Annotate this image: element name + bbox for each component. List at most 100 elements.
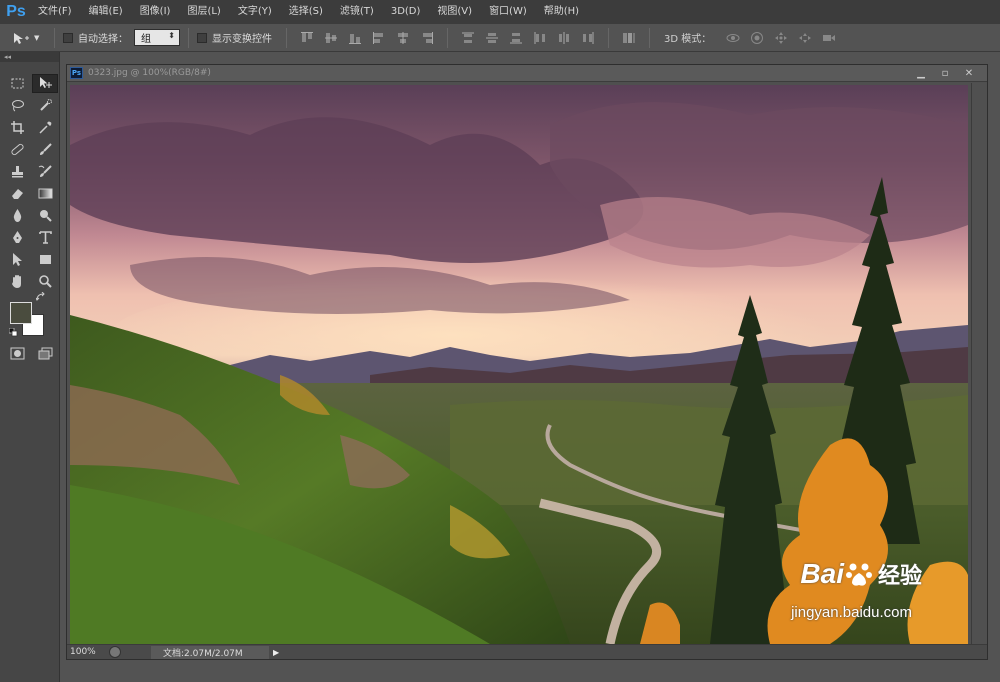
menu-edit[interactable]: 编辑(E) — [83, 0, 129, 24]
brush-tool[interactable] — [32, 140, 58, 159]
watermark-brand: Bai — [800, 558, 844, 589]
marquee-icon — [11, 78, 23, 89]
menu-help[interactable]: 帮助(H) — [538, 0, 585, 24]
dodge-tool[interactable] — [32, 206, 58, 225]
default-colors-icon[interactable] — [9, 328, 18, 337]
move-tool-preset-picker[interactable]: ▼ — [12, 28, 46, 48]
pen-tool[interactable] — [4, 228, 30, 247]
swap-colors-icon[interactable] — [36, 292, 46, 302]
eraser-tool[interactable] — [4, 184, 30, 203]
auto-align-layers-icon[interactable] — [621, 30, 637, 46]
tools-panel: ◂◂ — [0, 52, 60, 682]
align-vcenter-icon[interactable] — [323, 30, 339, 46]
distribute-right-icon[interactable] — [580, 30, 596, 46]
distribute-hcenter-icon[interactable] — [556, 30, 572, 46]
zoom-tool[interactable] — [32, 272, 58, 291]
menu-type[interactable]: 文字(Y) — [232, 0, 278, 24]
distribute-vcenter-icon[interactable] — [484, 30, 500, 46]
distribute-left-icon[interactable] — [532, 30, 548, 46]
rectangle-tool[interactable] — [32, 250, 58, 269]
menu-filter[interactable]: 滤镜(T) — [334, 0, 380, 24]
3d-scale-icon[interactable] — [821, 30, 837, 46]
align-top-icon[interactable] — [299, 30, 315, 46]
screen-mode-tool[interactable] — [32, 344, 58, 363]
type-tool[interactable] — [32, 228, 58, 247]
menu-select[interactable]: 选择(S) — [283, 0, 329, 24]
3d-rotate-icon[interactable] — [725, 30, 741, 46]
healing-brush-tool[interactable] — [4, 140, 30, 159]
align-left-icon[interactable] — [371, 30, 387, 46]
brush-icon — [39, 143, 52, 155]
divider — [447, 27, 448, 48]
screen-mode-icon — [38, 347, 52, 360]
eyedropper-tool[interactable] — [32, 118, 58, 137]
document-tab[interactable]: Ps 0323.jpg @ 100%(RGB/8#) ▁ ▫ ✕ — [67, 65, 987, 82]
magnifier-icon — [38, 275, 52, 288]
panel-collapse-handle[interactable]: ◂◂ — [0, 52, 59, 62]
lasso-tool[interactable] — [4, 96, 30, 115]
chevron-down-icon: ▼ — [34, 33, 40, 42]
auto-select-checkbox[interactable] — [63, 32, 73, 43]
dropdown-arrow-icon: ⬍ — [168, 31, 175, 40]
move-icon — [14, 32, 29, 44]
menu-file[interactable]: 文件(F) — [32, 0, 78, 24]
menu-window[interactable]: 窗口(W) — [483, 0, 533, 24]
color-swatches[interactable] — [9, 292, 50, 342]
stamp-icon — [11, 166, 23, 178]
maximize-button[interactable]: ▫ — [933, 65, 957, 81]
auto-select-label: 自动选择： — [78, 34, 128, 45]
ps-file-icon: Ps — [70, 67, 83, 79]
zoom-level[interactable]: 100% — [67, 647, 109, 657]
show-transform-checkbox[interactable] — [197, 32, 207, 43]
quick-selection-tool[interactable] — [32, 96, 58, 115]
divider — [649, 27, 650, 48]
minimize-button[interactable]: ▁ — [909, 65, 933, 81]
close-icon: ✕ — [964, 67, 974, 79]
watermark-product: 经验 — [877, 564, 922, 589]
auto-select-dropdown[interactable]: 组 ⬍ — [134, 29, 180, 46]
hand-icon — [11, 275, 21, 288]
document-size-text: 文档:2.07M/2.07M — [163, 648, 243, 659]
gradient-icon — [38, 188, 52, 199]
crop-tool[interactable] — [4, 118, 30, 137]
3d-pan-icon[interactable] — [773, 30, 789, 46]
3d-slide-icon[interactable] — [797, 30, 813, 46]
menu-view[interactable]: 视图(V) — [431, 0, 478, 24]
distribute-top-icon[interactable] — [460, 30, 476, 46]
image-canvas[interactable]: Bai 经验 jingyan.baidu.com — [70, 85, 968, 644]
3d-roll-icon[interactable] — [749, 30, 765, 46]
bandage-icon — [10, 143, 24, 156]
eraser-icon — [11, 189, 23, 199]
blur-tool[interactable] — [4, 206, 30, 225]
marquee-tool[interactable] — [4, 74, 30, 93]
quick-mask-icon — [10, 347, 24, 360]
distribute-bottom-icon[interactable] — [508, 30, 524, 46]
options-bar: ▼ 自动选择： 组 ⬍ 显示变换控件 3D 模式： — [0, 24, 1000, 52]
divider — [188, 27, 189, 48]
maximize-icon: ▫ — [941, 67, 949, 79]
history-brush-tool[interactable] — [32, 162, 58, 181]
lasso-icon — [11, 100, 24, 112]
dodge-icon — [39, 210, 52, 222]
align-right-icon[interactable] — [419, 30, 435, 46]
menu-layer[interactable]: 图层(L) — [181, 0, 226, 24]
photoshop-logo: Ps — [6, 3, 26, 20]
align-hcenter-icon[interactable] — [395, 30, 411, 46]
status-info-icon[interactable] — [109, 646, 121, 658]
close-button[interactable]: ✕ — [957, 65, 981, 81]
hand-tool[interactable] — [4, 272, 30, 291]
status-menu-arrow-icon[interactable]: ▶ — [273, 648, 279, 657]
clone-stamp-tool[interactable] — [4, 162, 30, 181]
gradient-tool[interactable] — [32, 184, 58, 203]
eyedropper-icon — [38, 121, 51, 134]
foreground-color-swatch[interactable] — [10, 302, 32, 324]
path-selection-tool[interactable] — [4, 250, 30, 269]
menu-3d[interactable]: 3D(D) — [385, 0, 427, 24]
move-tool[interactable] — [32, 74, 58, 93]
vertical-scrollbar[interactable] — [971, 83, 987, 645]
quick-mask-tool[interactable] — [4, 344, 30, 363]
rectangle-icon — [39, 255, 51, 264]
menu-image[interactable]: 图像(I) — [134, 0, 177, 24]
divider — [608, 27, 609, 48]
align-bottom-icon[interactable] — [347, 30, 363, 46]
